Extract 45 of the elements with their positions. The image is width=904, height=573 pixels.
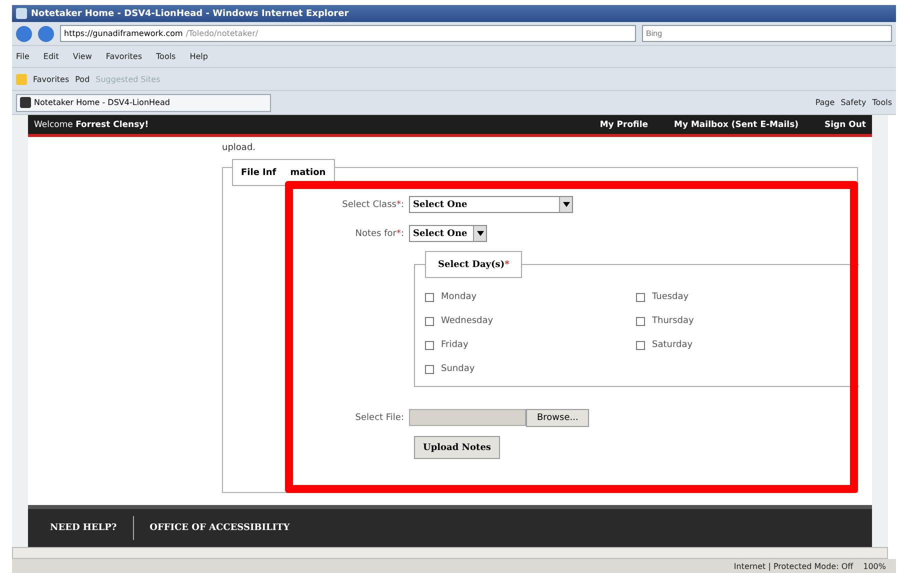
field-label: Notes for*: [354,228,405,238]
browse-button[interactable]: Browse... [526,408,590,426]
upload-button[interactable]: Upload Notes [414,436,500,459]
command-menu[interactable]: Page [815,98,835,107]
select-dropdown[interactable]: Select One [409,196,573,213]
browser-tab[interactable]: Notetaker Home - DSV4-LionHead [16,94,271,112]
day-checkbox[interactable]: Saturday [636,333,859,357]
day-checkbox[interactable]: Monday [425,285,636,309]
caret-icon [476,231,484,236]
day-checkbox[interactable]: Thursday [636,309,859,333]
search-field[interactable]: Bing [642,25,892,42]
menu-item[interactable]: Tools [156,52,176,61]
favorites-button[interactable]: Favorites [33,74,70,84]
back-icon[interactable] [16,26,32,42]
address-field[interactable]: https://gunadiframework.com /Toledo/notetaker/ [60,25,636,42]
zoom-level[interactable]: 100% [863,562,886,570]
field-label: Select Class*: [341,200,405,210]
header-link[interactable]: My Mailbox (Sent E-Mails) [674,120,799,130]
header-link[interactable]: My Profile [600,120,648,130]
legend-text: mation [290,168,326,178]
legend-text: File Inf [241,168,276,178]
intro-text: upload. [222,143,257,153]
footer-link[interactable]: NEED HELP? [50,516,134,540]
welcome-text: Welcome Forrest Clensy! [34,120,149,130]
day-checkbox[interactable]: Sunday [425,357,636,381]
select-dropdown[interactable]: Select One [409,225,487,242]
days-legend: Select Day(s)* [425,251,522,278]
forward-icon[interactable] [38,26,54,42]
favorites-link[interactable]: Pod [75,74,90,84]
field-label: Select File: [354,412,405,422]
menu-item[interactable]: Help [190,52,208,61]
day-checkbox[interactable]: Friday [425,333,636,357]
menu-item[interactable]: View [72,52,92,61]
menu-item[interactable]: File [16,52,30,61]
command-menu[interactable]: Tools [872,98,892,107]
day-checkbox[interactable]: Tuesday [636,285,859,309]
window-title: Notetaker Home - DSV4-LionHead - Windows Internet Explorer [31,8,349,18]
menu-item[interactable]: Edit [43,52,59,61]
header-link[interactable]: Sign Out [824,120,866,130]
day-checkbox[interactable]: Wednesday [425,309,636,333]
command-menu[interactable]: Safety [840,98,866,107]
zone-text: Internet | Protected Mode: Off [734,562,854,570]
caret-icon [562,202,570,207]
footer-link[interactable]: OFFICE OF ACCESSIBILITY [150,516,306,540]
menu-item[interactable]: Favorites [106,52,142,61]
